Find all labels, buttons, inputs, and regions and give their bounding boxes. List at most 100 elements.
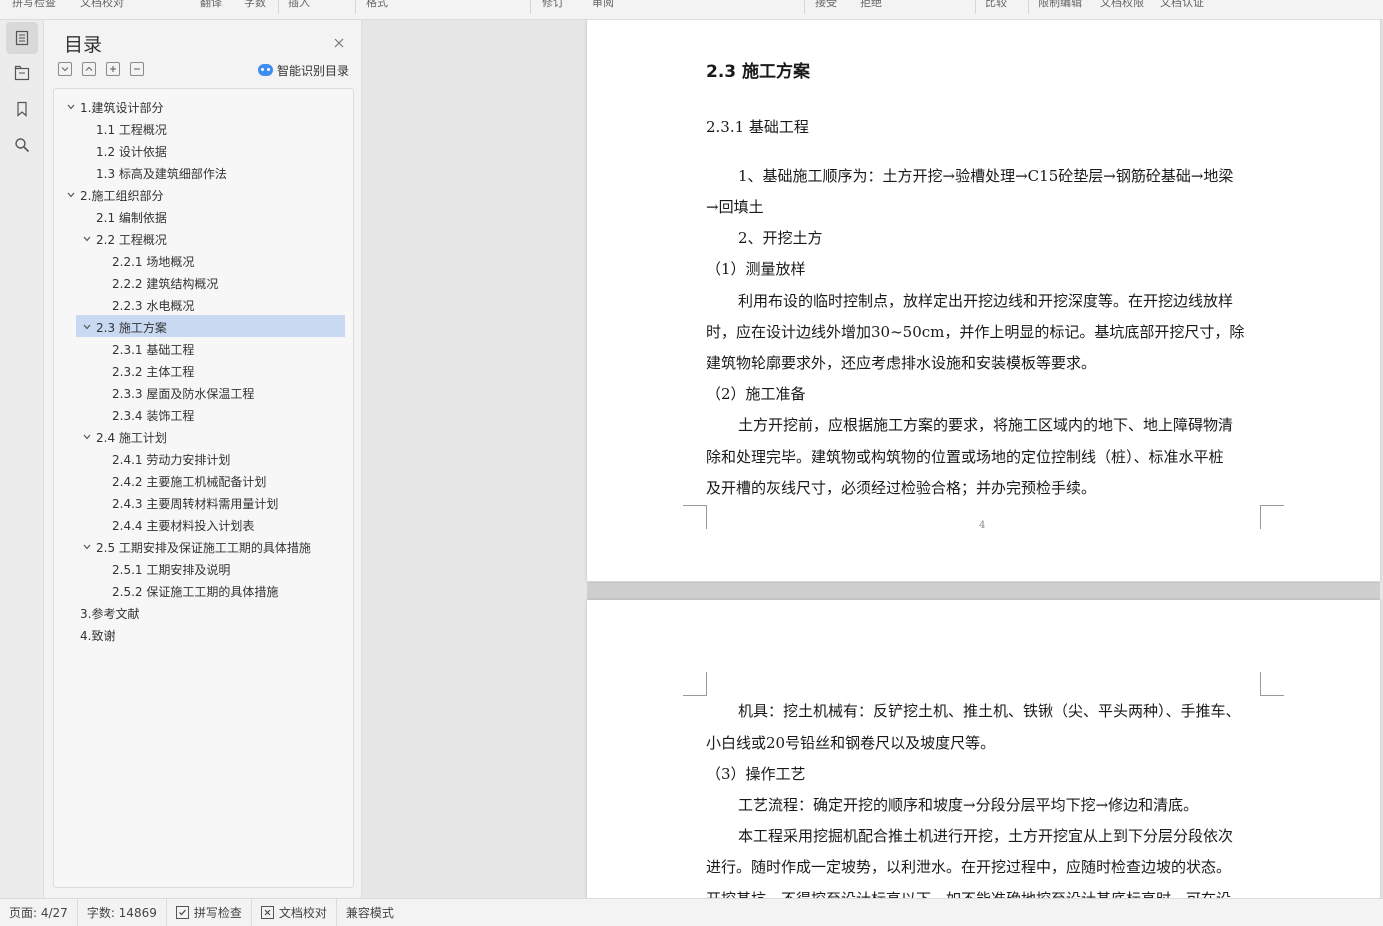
word-count-label: 字数: 14869 — [86, 906, 157, 920]
toc-item[interactable]: 2.2.1 场地概况 — [76, 249, 345, 271]
crop-mark — [683, 672, 707, 696]
toolbar-item[interactable]: 文档权限 — [1100, 0, 1144, 10]
toc-item[interactable]: 2.3.1 基础工程 — [76, 337, 345, 359]
body-line: 小白线或20号铅丝和钢卷尺以及坡度尺等。 — [706, 734, 996, 752]
toolbar-item[interactable]: 拼写检查 — [12, 0, 56, 10]
toc-item[interactable]: 3.参考文献 — [76, 601, 345, 623]
wps-writer-window: 拼写检查 文档校对 翻译 字数 插入 格式 修订 审阅 接受 拒绝 比较 限制编… — [0, 0, 1383, 926]
toc-item[interactable]: 1.3 标高及建筑细部作法 — [76, 161, 345, 183]
spell-check-label: 拼写检查 — [193, 906, 242, 920]
body-line: 土方开挖前，应根据施工方案的要求，将施工区域内的地下、地上障碍物清 — [738, 416, 1234, 434]
page-indicator-label: 页面: 4/27 — [9, 906, 68, 920]
toc-item[interactable]: 1.1 工程概况 — [76, 117, 345, 139]
add-heading-icon[interactable] — [106, 62, 120, 76]
bookmark-icon[interactable] — [6, 93, 38, 125]
close-icon[interactable] — [332, 35, 346, 49]
toc-icon[interactable] — [6, 22, 38, 54]
toc-item-label: 2.4.3 主要周转材料需用量计划 — [112, 497, 279, 511]
toolbar-item[interactable]: 文档校对 — [80, 0, 124, 10]
chevron-down-icon[interactable] — [82, 541, 92, 551]
toolbar-item[interactable]: 文档认证 — [1160, 0, 1204, 10]
toc-item-label: 2.2.3 水电概况 — [112, 299, 195, 313]
page-indicator[interactable]: 页面: 4/27 — [0, 898, 78, 926]
remove-heading-icon[interactable] — [130, 62, 144, 76]
body-line: 1、基础施工顺序为：土方开挖→验槽处理→C15砼垫层→钢筋砼基础→地梁 — [738, 167, 1234, 185]
toolbar-item[interactable]: 拒绝 — [860, 0, 882, 10]
toc-item[interactable]: 2.5 工期安排及保证施工工期的具体措施 — [76, 535, 345, 557]
toc-item[interactable]: 2.2.2 建筑结构概况 — [76, 271, 345, 293]
smart-toc-button[interactable]: 智能识别目录 — [258, 61, 349, 79]
body-line: （2）施工准备 — [706, 385, 806, 403]
smart-toc-label: 智能识别目录 — [277, 63, 350, 78]
toolbar-item[interactable]: 限制编辑 — [1038, 0, 1082, 10]
toc-panel: 目录 智能识别目录 1.建筑设计部分 1.1 工程概况 1.2 设计依据 1.3 标高… — [44, 20, 362, 898]
body-line: 本工程采用挖掘机配合推土机进行开挖，土方开挖宜从上到下分层分段依次 — [738, 827, 1234, 845]
toc-item[interactable]: 2.4.2 主要施工机械配备计划 — [76, 469, 345, 491]
section-heading: 2.3 施工方案 — [706, 62, 811, 82]
document-canvas[interactable]: 2.3 施工方案 2.3.1 基础工程 1、基础施工顺序为：土方开挖→验槽处理→… — [363, 20, 1383, 898]
toc-item[interactable]: 2.2 工程概况 — [76, 227, 345, 249]
toc-item-label: 1.建筑设计部分 — [80, 101, 164, 115]
toc-title: 目录 — [64, 34, 103, 56]
toc-item[interactable]: 2.4.1 劳动力安排计划 — [76, 447, 345, 469]
toolbar-separator — [530, 0, 531, 14]
toc-item-label: 2.5.2 保证施工工期的具体措施 — [112, 585, 279, 599]
toolbar-separator — [1028, 0, 1029, 14]
toc-item[interactable]: 4.致谢 — [76, 623, 345, 645]
toc-item-label: 2.4 施工计划 — [96, 431, 167, 445]
search-icon[interactable] — [6, 129, 38, 161]
toc-item[interactable]: 2.1 编制依据 — [76, 205, 345, 227]
toc-item[interactable]: 2.3 施工方案 — [76, 315, 345, 337]
collapse-all-icon[interactable] — [82, 62, 96, 76]
toc-item[interactable]: 2.4.3 主要周转材料需用量计划 — [76, 491, 345, 513]
spell-check-toggle[interactable]: 拼写检查 — [167, 898, 252, 926]
toc-item[interactable]: 2.3.2 主体工程 — [76, 359, 345, 381]
toolbar-item[interactable]: 修订 — [542, 0, 564, 10]
chevron-down-icon[interactable] — [82, 321, 92, 331]
toolbar-item[interactable]: 格式 — [366, 0, 388, 10]
toolbar-item[interactable]: 字数 — [244, 0, 266, 10]
proofread-toggle[interactable]: 文档校对 — [252, 898, 337, 926]
toc-item-label: 2.2.2 建筑结构概况 — [112, 277, 219, 291]
chevron-down-icon[interactable] — [82, 431, 92, 441]
toc-tree: 1.建筑设计部分 1.1 工程概况 1.2 设计依据 1.3 标高及建筑细部作法 2.施… — [53, 88, 354, 888]
toolbar-item[interactable]: 比较 — [985, 0, 1007, 10]
toc-item[interactable]: 2.5.1 工期安排及说明 — [76, 557, 345, 579]
toc-item-label: 2.1 编制依据 — [96, 211, 167, 225]
toc-item-label: 1.1 工程概况 — [96, 123, 167, 137]
toc-item[interactable]: 2.5.2 保证施工工期的具体措施 — [76, 579, 345, 601]
toc-item-label: 2.2.1 场地概况 — [112, 255, 195, 269]
toc-item[interactable]: 2.3.3 屋面及防水保温工程 — [76, 381, 345, 403]
toc-item[interactable]: 2.2.3 水电概况 — [76, 293, 345, 315]
toc-item[interactable]: 1.2 设计依据 — [76, 139, 345, 161]
toolbar-item[interactable]: 插入 — [288, 0, 310, 10]
toolbar-item[interactable]: 审阅 — [592, 0, 614, 10]
compat-mode[interactable]: 兼容模式 — [337, 899, 403, 926]
toc-item[interactable]: 2.4.4 主要材料投入计划表 — [76, 513, 345, 535]
toc-item-label: 2.3 施工方案 — [96, 321, 167, 335]
expand-all-icon[interactable] — [58, 62, 72, 76]
toc-item-label: 2.3.1 基础工程 — [112, 343, 195, 357]
toolbar-item[interactable]: 接受 — [815, 0, 837, 10]
toc-item-label: 2.3.4 装饰工程 — [112, 409, 195, 423]
nav-pane-icon[interactable] — [6, 57, 38, 89]
status-bar: 页面: 4/27 字数: 14869 拼写检查 文档校对 兼容模式 — [0, 898, 1383, 926]
toc-item[interactable]: 2.施工组织部分 — [67, 183, 345, 205]
ribbon-toolbar: 拼写检查 文档校对 翻译 字数 插入 格式 修订 审阅 接受 拒绝 比较 限制编… — [0, 0, 1383, 20]
page-number: 4 — [979, 520, 986, 531]
toc-item[interactable]: 2.3.4 装饰工程 — [76, 403, 345, 425]
crop-mark — [1260, 672, 1284, 696]
subsection-heading: 2.3.1 基础工程 — [706, 118, 809, 136]
document-page[interactable]: 机具：挖土机械有：反铲挖土机、推土机、铁锹（尖、平头两种）、手推车、 小白线或2… — [587, 600, 1380, 898]
toolbar-separator — [975, 0, 976, 14]
word-count[interactable]: 字数: 14869 — [78, 898, 167, 926]
toc-item[interactable]: 1.建筑设计部分 — [67, 95, 345, 117]
chevron-down-icon[interactable] — [82, 233, 92, 243]
chevron-down-icon[interactable] — [66, 101, 76, 111]
document-page[interactable]: 2.3 施工方案 2.3.1 基础工程 1、基础施工顺序为：土方开挖→验槽处理→… — [587, 20, 1380, 581]
toc-item-label: 2.5.1 工期安排及说明 — [112, 563, 231, 577]
toolbar-item[interactable]: 翻译 — [200, 0, 222, 10]
toolbar-separator — [355, 0, 356, 14]
toc-item[interactable]: 2.4 施工计划 — [76, 425, 345, 447]
chevron-down-icon[interactable] — [66, 189, 76, 199]
